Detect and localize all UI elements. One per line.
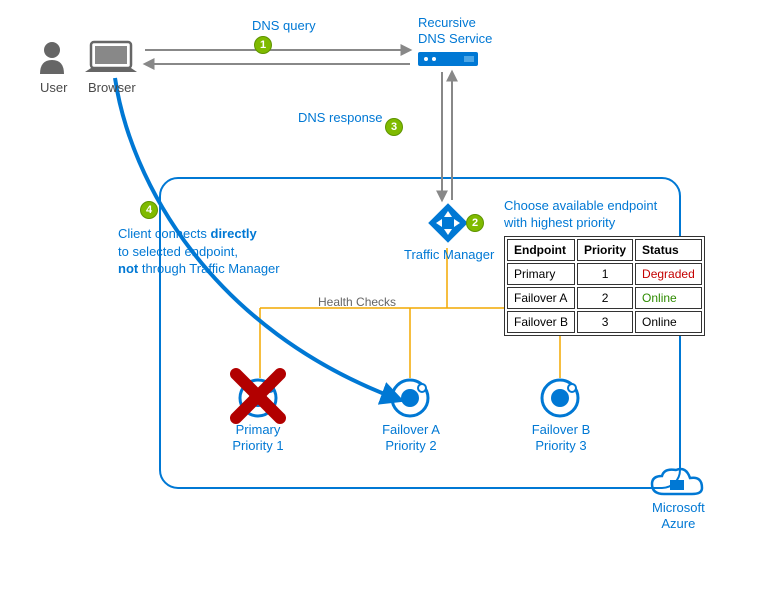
table-row: Failover B3Online bbox=[507, 311, 702, 333]
traffic-manager-label: Traffic Manager bbox=[404, 247, 494, 262]
browser-label: Browser bbox=[88, 80, 136, 95]
th-priority: Priority bbox=[577, 239, 633, 261]
endpoint-failover-a-label: Failover APriority 2 bbox=[378, 422, 444, 455]
priority-table-body: Primary1DegradedFailover A2OnlineFailove… bbox=[507, 263, 702, 333]
recursive-dns-label: Recursive DNS Service bbox=[418, 15, 492, 46]
choose-endpoint-label: Choose available endpoint with highest p… bbox=[504, 198, 657, 232]
client-connects-label: Client connects directly to selected end… bbox=[118, 225, 280, 278]
azure-cloud-icon bbox=[652, 469, 702, 494]
azure-label: Microsoft Azure bbox=[652, 500, 705, 531]
priority-table: Endpoint Priority Status Primary1Degrade… bbox=[504, 236, 705, 336]
th-endpoint: Endpoint bbox=[507, 239, 575, 261]
user-label: User bbox=[40, 80, 67, 95]
diagram-canvas: 1 2 3 4 User Browser DNS query Recursive… bbox=[0, 0, 780, 600]
endpoint-failover-b-icon bbox=[542, 380, 578, 416]
browser-icon bbox=[85, 42, 137, 72]
endpoint-primary-label: PrimaryPriority 1 bbox=[232, 422, 284, 455]
health-checks-label: Health Checks bbox=[318, 295, 396, 309]
th-status: Status bbox=[635, 239, 702, 261]
table-row: Failover A2Online bbox=[507, 287, 702, 309]
user-icon bbox=[40, 42, 64, 74]
step-badge-1: 1 bbox=[254, 36, 272, 54]
traffic-manager-icon bbox=[428, 203, 468, 243]
step-badge-2: 2 bbox=[466, 214, 484, 232]
step-badge-3: 3 bbox=[385, 118, 403, 136]
dns-response-label: DNS response bbox=[298, 110, 383, 125]
step-badge-4: 4 bbox=[140, 201, 158, 219]
table-row: Primary1Degraded bbox=[507, 263, 702, 285]
dns-server-icon bbox=[418, 52, 478, 66]
dns-query-label: DNS query bbox=[252, 18, 316, 33]
endpoint-failover-b-label: Failover BPriority 3 bbox=[528, 422, 594, 455]
